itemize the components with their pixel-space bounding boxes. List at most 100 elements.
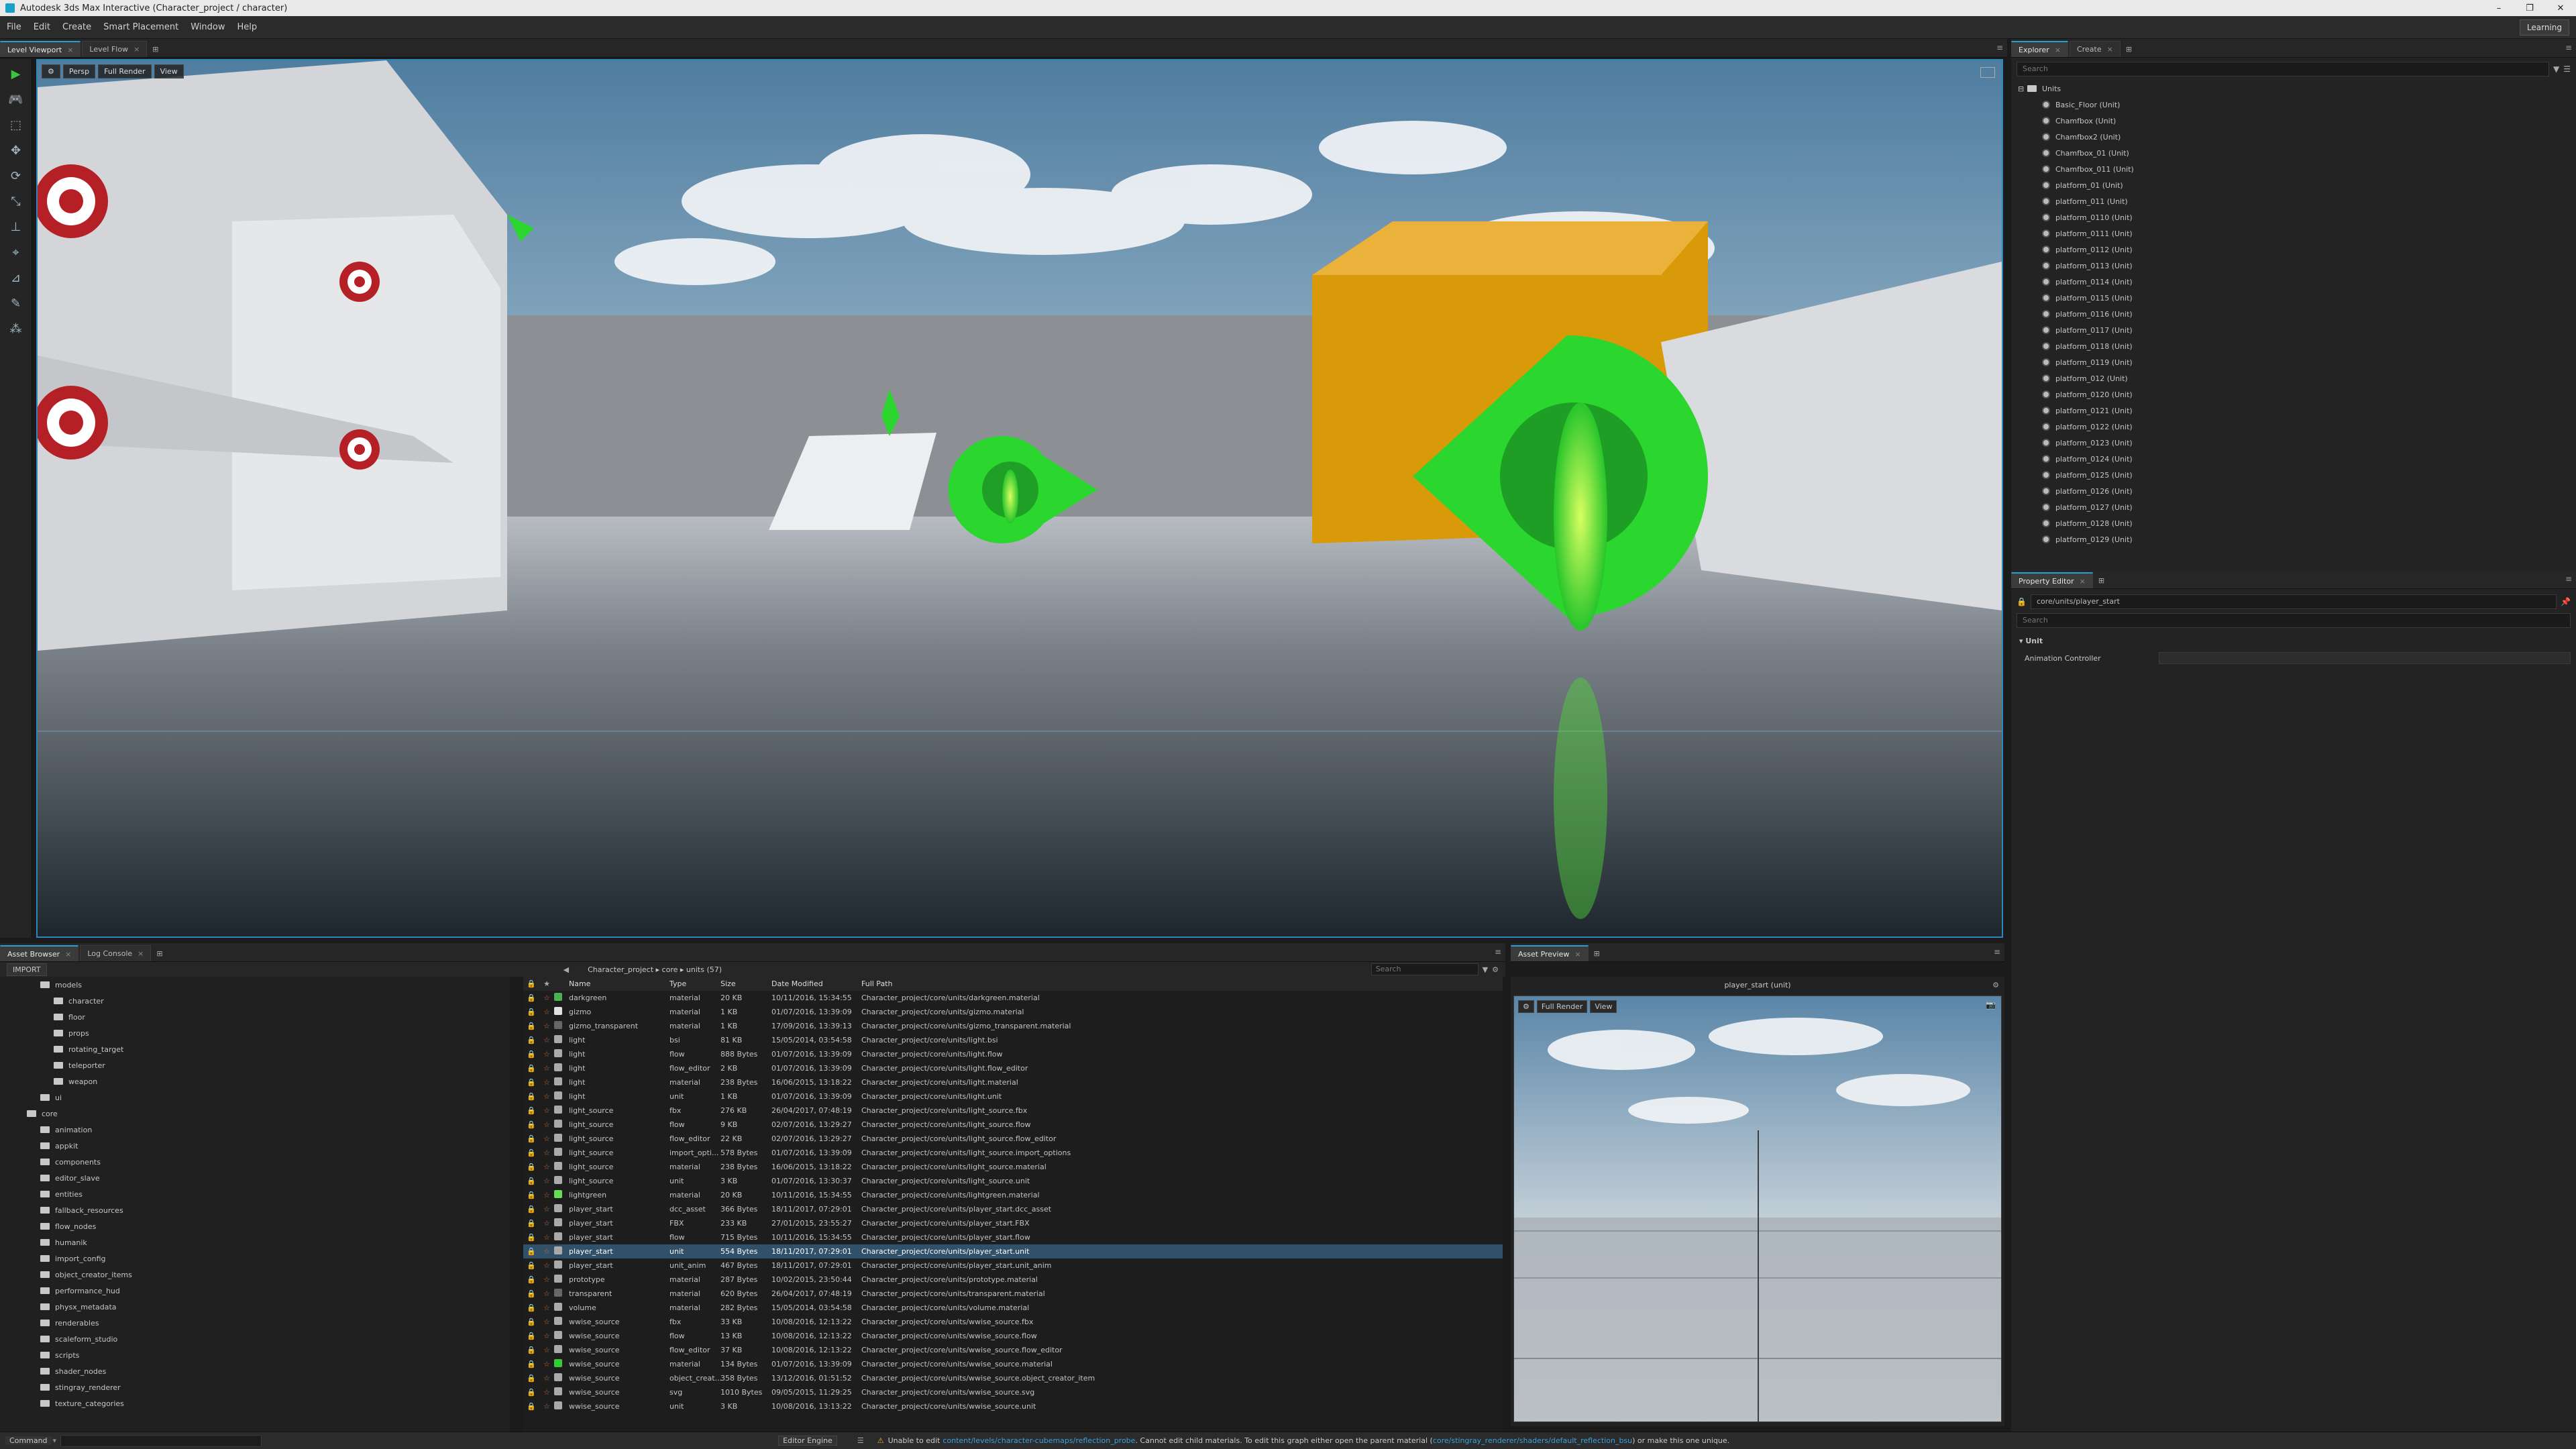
lock-icon[interactable]: 🔒 (523, 1374, 539, 1383)
asset-row[interactable]: 🔒 ☆ wwise_source material 134 Bytes 01/07/201… (523, 1357, 1503, 1371)
asset-row[interactable]: 🔒 ☆ darkgreen material 20 KB 10/11/2016, 15:3… (523, 991, 1503, 1005)
lock-icon[interactable]: 🔒 (523, 1289, 539, 1298)
scale-icon[interactable]: ⤡ (5, 191, 28, 212)
star-icon[interactable]: ☆ (539, 1261, 554, 1270)
folder-item[interactable]: stingray_renderer (0, 1379, 510, 1395)
preview-full-render-button[interactable]: Full Render (1536, 1000, 1588, 1013)
star-icon[interactable]: ☆ (539, 1205, 554, 1214)
viewport-settings-icon[interactable]: ⚙ (42, 64, 60, 78)
asset-row[interactable]: 🔒 ☆ player_start unit 554 Bytes 18/11/2017, 0… (523, 1244, 1503, 1258)
folder-item[interactable]: appkit (0, 1138, 510, 1154)
tab-log-console[interactable]: Log Console × (80, 945, 152, 961)
minimize-button[interactable]: – (2483, 3, 2514, 13)
explorer-item[interactable]: Chamfbox_01 (Unit) (2018, 145, 2576, 161)
maximize-button[interactable]: ❐ (2514, 3, 2545, 13)
add-tab-button[interactable]: ⊞ (152, 945, 166, 961)
warning-link-2[interactable]: core/stingray_renderer/shaders/default_r… (1433, 1436, 1632, 1445)
explorer-item[interactable]: platform_011 (Unit) (2018, 193, 2576, 209)
star-icon[interactable]: ☆ (539, 1177, 554, 1185)
panel-menu-icon[interactable]: ≡ (1994, 947, 2000, 957)
asset-row[interactable]: 🔒 ☆ wwise_source object_creat... 358 Bytes 13… (523, 1371, 1503, 1385)
explorer-item[interactable]: platform_0118 (Unit) (2018, 338, 2576, 354)
explorer-search-input[interactable]: Search (2017, 62, 2549, 76)
star-icon[interactable]: ☆ (539, 1332, 554, 1340)
folder-item[interactable]: texture_categories (0, 1395, 510, 1411)
header-path[interactable]: Full Path (861, 979, 1503, 988)
explorer-item[interactable]: platform_0110 (Unit) (2018, 209, 2576, 225)
explorer-item[interactable]: platform_0129 (Unit) (2018, 531, 2576, 547)
star-icon[interactable]: ☆ (539, 1360, 554, 1368)
folder-item[interactable]: components (0, 1154, 510, 1170)
tab-property-editor[interactable]: Property Editor × (2011, 572, 2093, 588)
menu-help[interactable]: Help (237, 22, 257, 32)
panel-menu-icon[interactable]: ≡ (2565, 574, 2572, 584)
preview-settings-icon[interactable]: ⚙ (1518, 1000, 1534, 1013)
explorer-item[interactable]: Chamfbox_011 (Unit) (2018, 161, 2576, 177)
lock-icon[interactable]: 🔒 (523, 1078, 539, 1087)
star-icon[interactable]: ☆ (539, 1374, 554, 1383)
folder-item[interactable]: flow_nodes (0, 1218, 510, 1234)
folder-item[interactable]: import_config (0, 1250, 510, 1267)
asset-search-input[interactable]: Search (1371, 963, 1479, 975)
tab-asset-browser[interactable]: Asset Browser × (0, 945, 79, 961)
learning-button[interactable]: Learning (2519, 19, 2569, 36)
explorer-item[interactable]: platform_0124 (Unit) (2018, 451, 2576, 467)
star-icon[interactable]: ☆ (539, 1008, 554, 1016)
persp-button[interactable]: Persp (62, 64, 96, 78)
property-path-field[interactable]: core/units/player_start (2030, 594, 2557, 609)
lock-icon[interactable]: 🔒 (523, 1036, 539, 1044)
lock-icon[interactable]: 🔒 (523, 1177, 539, 1185)
add-tab-button[interactable]: ⊞ (1590, 945, 1604, 961)
preview-viewport[interactable]: ⚙ Full Render View 📷 (1513, 996, 2002, 1422)
star-icon[interactable]: ☆ (539, 1402, 554, 1411)
scatter-icon[interactable]: ⁂ (5, 318, 28, 339)
folder-item[interactable]: core (0, 1106, 510, 1122)
star-icon[interactable]: ☆ (539, 1219, 554, 1228)
tab-level-flow[interactable]: Level Flow × (82, 41, 148, 57)
lock-icon[interactable]: 🔒 (523, 994, 539, 1002)
star-icon[interactable]: ☆ (539, 1106, 554, 1115)
star-icon[interactable]: ☆ (539, 1163, 554, 1171)
explorer-item[interactable]: platform_0114 (Unit) (2018, 274, 2576, 290)
asset-row[interactable]: 🔒 ☆ wwise_source unit 3 KB 10/08/2016, 13:13:… (523, 1399, 1503, 1413)
explorer-item[interactable]: platform_0119 (Unit) (2018, 354, 2576, 370)
engine-selector[interactable]: Editor Engine (778, 1436, 837, 1446)
rotate-icon[interactable]: ⟳ (5, 165, 28, 186)
explorer-item[interactable]: Basic_Floor (Unit) (2018, 97, 2576, 113)
explorer-item[interactable]: platform_0116 (Unit) (2018, 306, 2576, 322)
asset-row[interactable]: 🔒 ☆ light_source flow_editor 22 KB 02/07/2016… (523, 1132, 1503, 1146)
add-tab-button[interactable]: ⊞ (2094, 572, 2108, 588)
lock-icon[interactable]: 🔒 (2017, 597, 2027, 606)
lock-icon[interactable]: 🔒 (523, 1402, 539, 1411)
star-icon[interactable]: ☆ (539, 1388, 554, 1397)
star-icon[interactable]: ☆ (539, 1092, 554, 1101)
explorer-item[interactable]: platform_0128 (Unit) (2018, 515, 2576, 531)
lock-icon[interactable]: 🔒 (523, 1092, 539, 1101)
folder-item[interactable]: editor_slave (0, 1170, 510, 1186)
play-icon[interactable]: ▶ (5, 63, 28, 85)
measure-icon[interactable]: ⊿ (5, 267, 28, 288)
tab-asset-preview[interactable]: Asset Preview × (1511, 945, 1589, 961)
explorer-item[interactable]: platform_0122 (Unit) (2018, 419, 2576, 435)
asset-row[interactable]: 🔒 ☆ light_source unit 3 KB 01/07/2016, 13:30:… (523, 1174, 1503, 1188)
asset-row[interactable]: 🔒 ☆ light_source flow 9 KB 02/07/2016, 13:29:… (523, 1118, 1503, 1132)
snap-icon[interactable]: ⌖ (5, 241, 28, 263)
star-icon[interactable]: ☆ (539, 1036, 554, 1044)
breadcrumb[interactable]: Character_project ▸ core ▸ units (57) (588, 965, 722, 974)
folder-item[interactable]: physx_metadata (0, 1299, 510, 1315)
header-date[interactable]: Date Modified (771, 979, 861, 988)
asset-row[interactable]: 🔒 ☆ volume material 282 Bytes 15/05/2014, 03:… (523, 1301, 1503, 1315)
asset-row[interactable]: 🔒 ☆ transparent material 620 Bytes 26/04/2017… (523, 1287, 1503, 1301)
star-icon[interactable]: ☆ (539, 1275, 554, 1284)
asset-row[interactable]: 🔒 ☆ light_source material 238 Bytes 16/06/201… (523, 1160, 1503, 1174)
folder-item[interactable]: character (0, 993, 510, 1009)
folder-item[interactable]: rotating_target (0, 1041, 510, 1057)
close-tab-icon[interactable]: × (67, 46, 73, 54)
lock-icon[interactable]: 🔒 (523, 979, 539, 988)
asset-row[interactable]: 🔒 ☆ light_source import_opti... 578 Bytes 01/… (523, 1146, 1503, 1160)
header-size[interactable]: Size (720, 979, 771, 988)
animation-controller-field[interactable] (2159, 652, 2571, 664)
menu-smart-placement[interactable]: Smart Placement (103, 22, 178, 32)
folder-item[interactable]: shader_nodes (0, 1363, 510, 1379)
view-button[interactable]: View (154, 64, 184, 78)
